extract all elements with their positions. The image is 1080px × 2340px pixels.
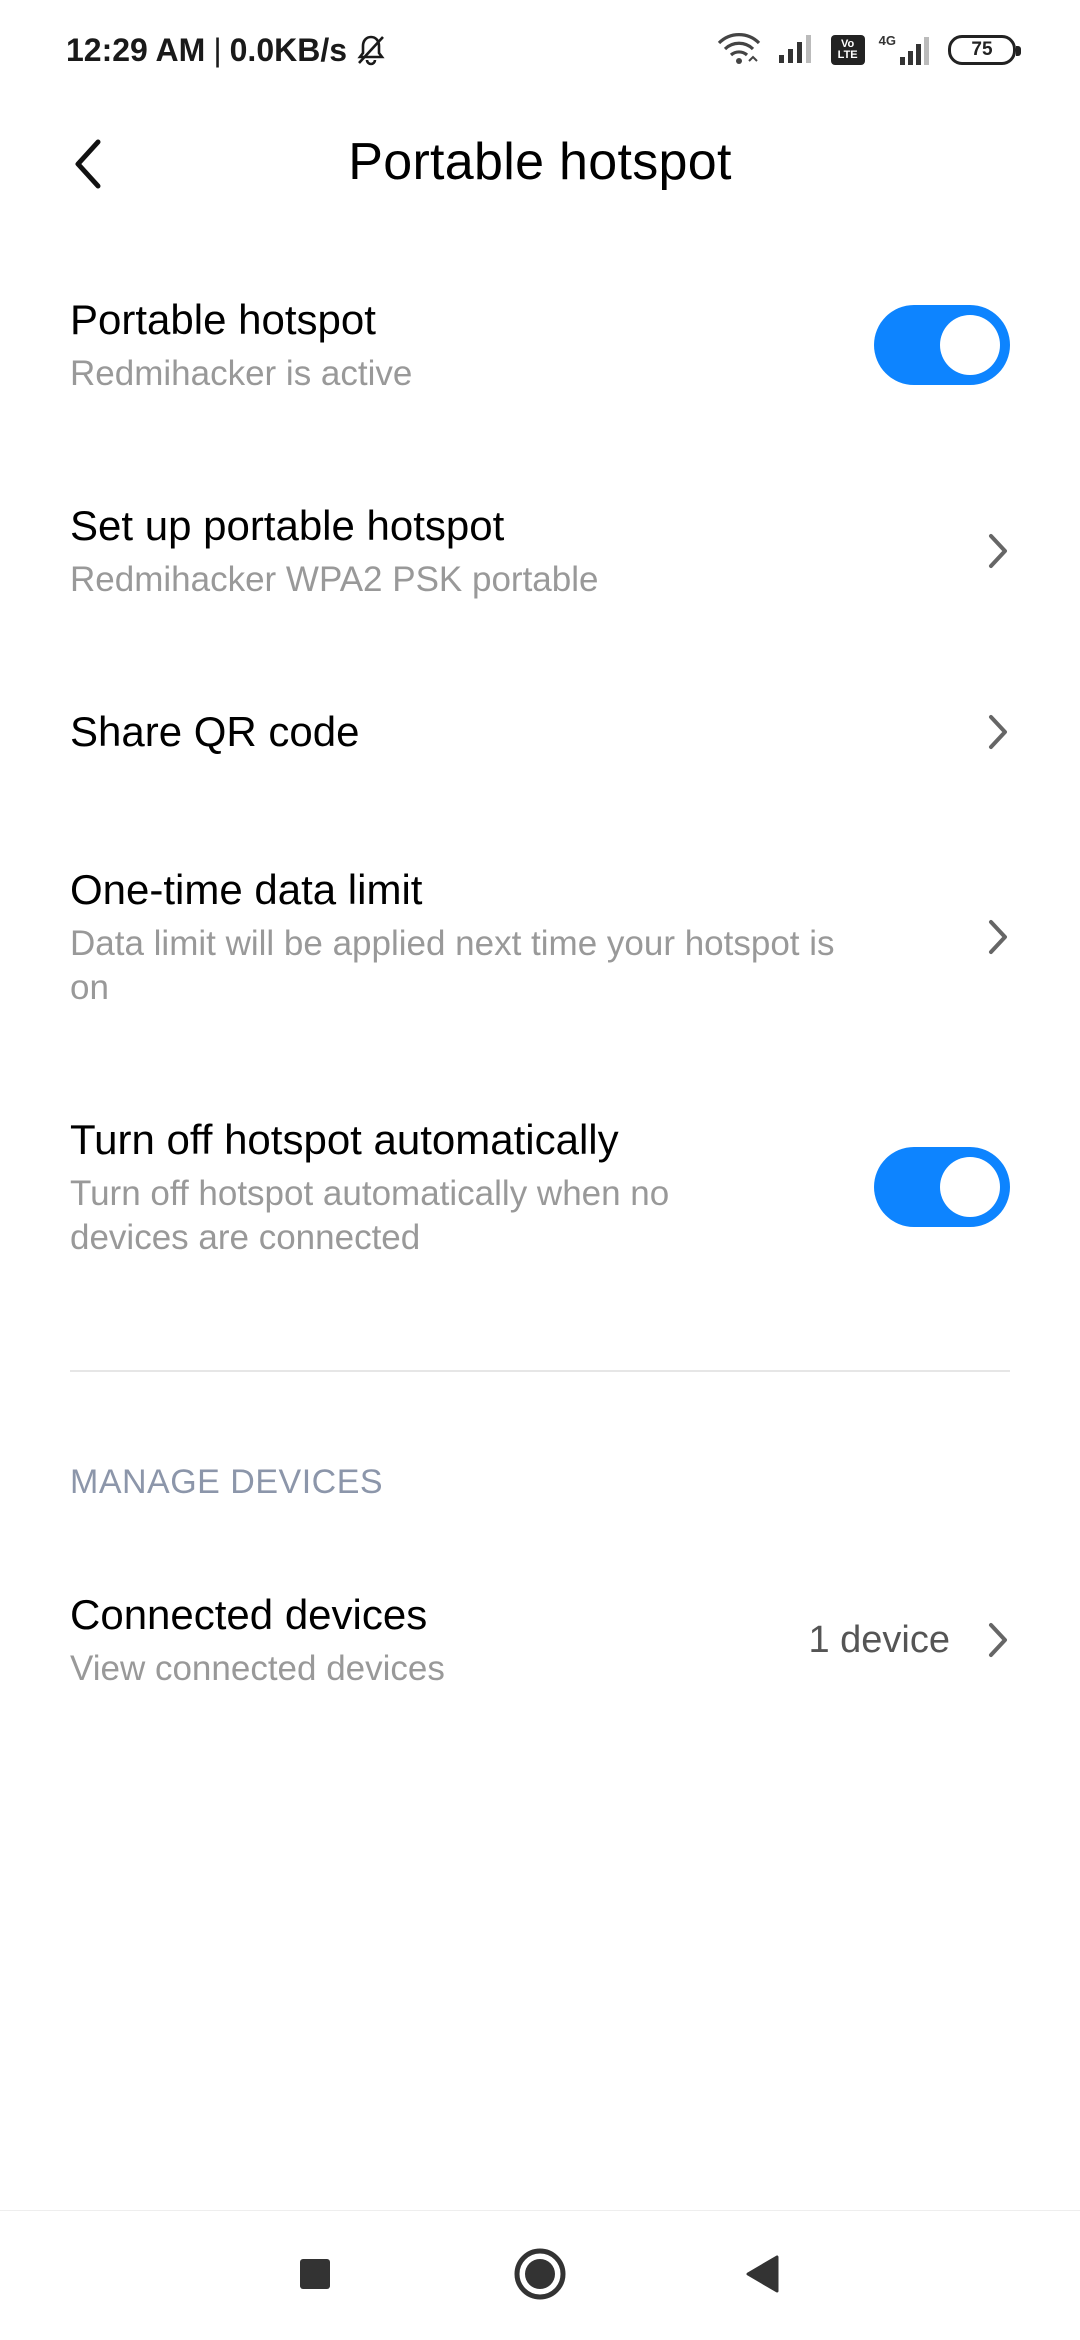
signal-icon (777, 31, 817, 70)
setting-text: One-time data limit Data limit will be a… (70, 864, 930, 1010)
setting-text: Portable hotspot Redmihacker is active (70, 294, 412, 396)
setting-subtitle-line-1: Turn off hotspot automatically when no (70, 1174, 670, 1213)
battery-icon: 75 (948, 35, 1021, 65)
setting-title: Turn off hotspot automatically (70, 1116, 619, 1163)
setting-subtitle: View connected devices (70, 1649, 445, 1688)
setting-share-qr-code[interactable]: Share QR code (70, 704, 1010, 760)
setting-text: Share QR code (70, 706, 360, 758)
screen: 12:29 AM | 0.0KB/s Vo LTE 4G 75 Portable… (0, 0, 1080, 2340)
setting-turn-off-hotspot-automatically[interactable]: Turn off hotspot automatically Turn off … (70, 1112, 1010, 1262)
setting-title: Connected devices (70, 1591, 428, 1638)
toggle-knob (940, 315, 1000, 375)
setting-text: Set up portable hotspot Redmihacker WPA2… (70, 500, 598, 602)
signal-4g-icon: 4G (879, 33, 934, 67)
recents-button[interactable] (270, 2229, 360, 2319)
setting-subtitle-line-1: Data limit will be applied next time you… (70, 924, 835, 963)
setting-title: One-time data limit (70, 866, 423, 913)
setting-subtitle-line-2: on (70, 968, 109, 1007)
connected-devices-value-group: 1 device (808, 1615, 1010, 1665)
setting-title: Portable hotspot (70, 296, 376, 343)
chevron-right-icon (970, 912, 1010, 962)
volte-bottom-text: LTE (837, 49, 858, 61)
setting-title: Share QR code (70, 708, 360, 755)
status-right: Vo LTE 4G 75 (715, 31, 1021, 70)
setting-portable-hotspot[interactable]: Portable hotspot Redmihacker is active (70, 290, 1010, 400)
setting-subtitle-line-2: devices are connected (70, 1218, 421, 1257)
section-divider (70, 1370, 1010, 1372)
toggle-knob (940, 1157, 1000, 1217)
back-nav-button[interactable] (718, 2229, 808, 2319)
setting-subtitle: Redmihacker WPA2 PSK portable (70, 560, 599, 599)
connected-devices-count: 1 device (808, 1618, 950, 1661)
status-bar: 12:29 AM | 0.0KB/s Vo LTE 4G 75 (0, 0, 1080, 100)
chevron-right-icon (970, 1615, 1010, 1665)
back-arrow-icon (75, 139, 101, 189)
chevron-right-icon (970, 707, 1010, 757)
setting-set-up-hotspot[interactable]: Set up portable hotspot Redmihacker WPA2… (70, 496, 1010, 606)
network-type-label: 4G (878, 33, 896, 48)
status-time: 12:29 AM (66, 31, 206, 68)
mute-bell-icon (355, 33, 387, 67)
home-circle-icon (514, 2248, 566, 2300)
setting-subtitle: Redmihacker is active (70, 354, 413, 393)
chevron-right-icon (970, 526, 1010, 576)
volte-icon: Vo LTE (830, 35, 865, 65)
home-button[interactable] (495, 2229, 585, 2319)
status-separator: | (213, 31, 222, 68)
auto-turn-off-toggle[interactable] (874, 1147, 1010, 1227)
app-header: Portable hotspot (0, 100, 1080, 224)
setting-one-time-data-limit[interactable]: One-time data limit Data limit will be a… (70, 862, 1010, 1012)
navigation-bar (0, 2210, 1080, 2340)
battery-level: 75 (971, 39, 993, 60)
section-header-manage-devices: MANAGE DEVICES (70, 1463, 384, 1501)
setting-text: Connected devices View connected devices (70, 1589, 445, 1691)
network-speed: 0.0KB/s (229, 31, 348, 68)
setting-text: Turn off hotspot automatically Turn off … (70, 1114, 669, 1260)
status-left: 12:29 AM | 0.0KB/s (66, 32, 387, 69)
setting-title: Set up portable hotspot (70, 502, 505, 549)
page-title: Portable hotspot (348, 133, 732, 191)
portable-hotspot-toggle[interactable] (874, 305, 1010, 385)
back-triangle-icon (746, 2255, 779, 2293)
back-button[interactable] (52, 128, 124, 200)
wifi-icon (715, 31, 763, 70)
recents-square-icon (300, 2259, 330, 2289)
setting-connected-devices[interactable]: Connected devices View connected devices… (70, 1585, 1010, 1695)
